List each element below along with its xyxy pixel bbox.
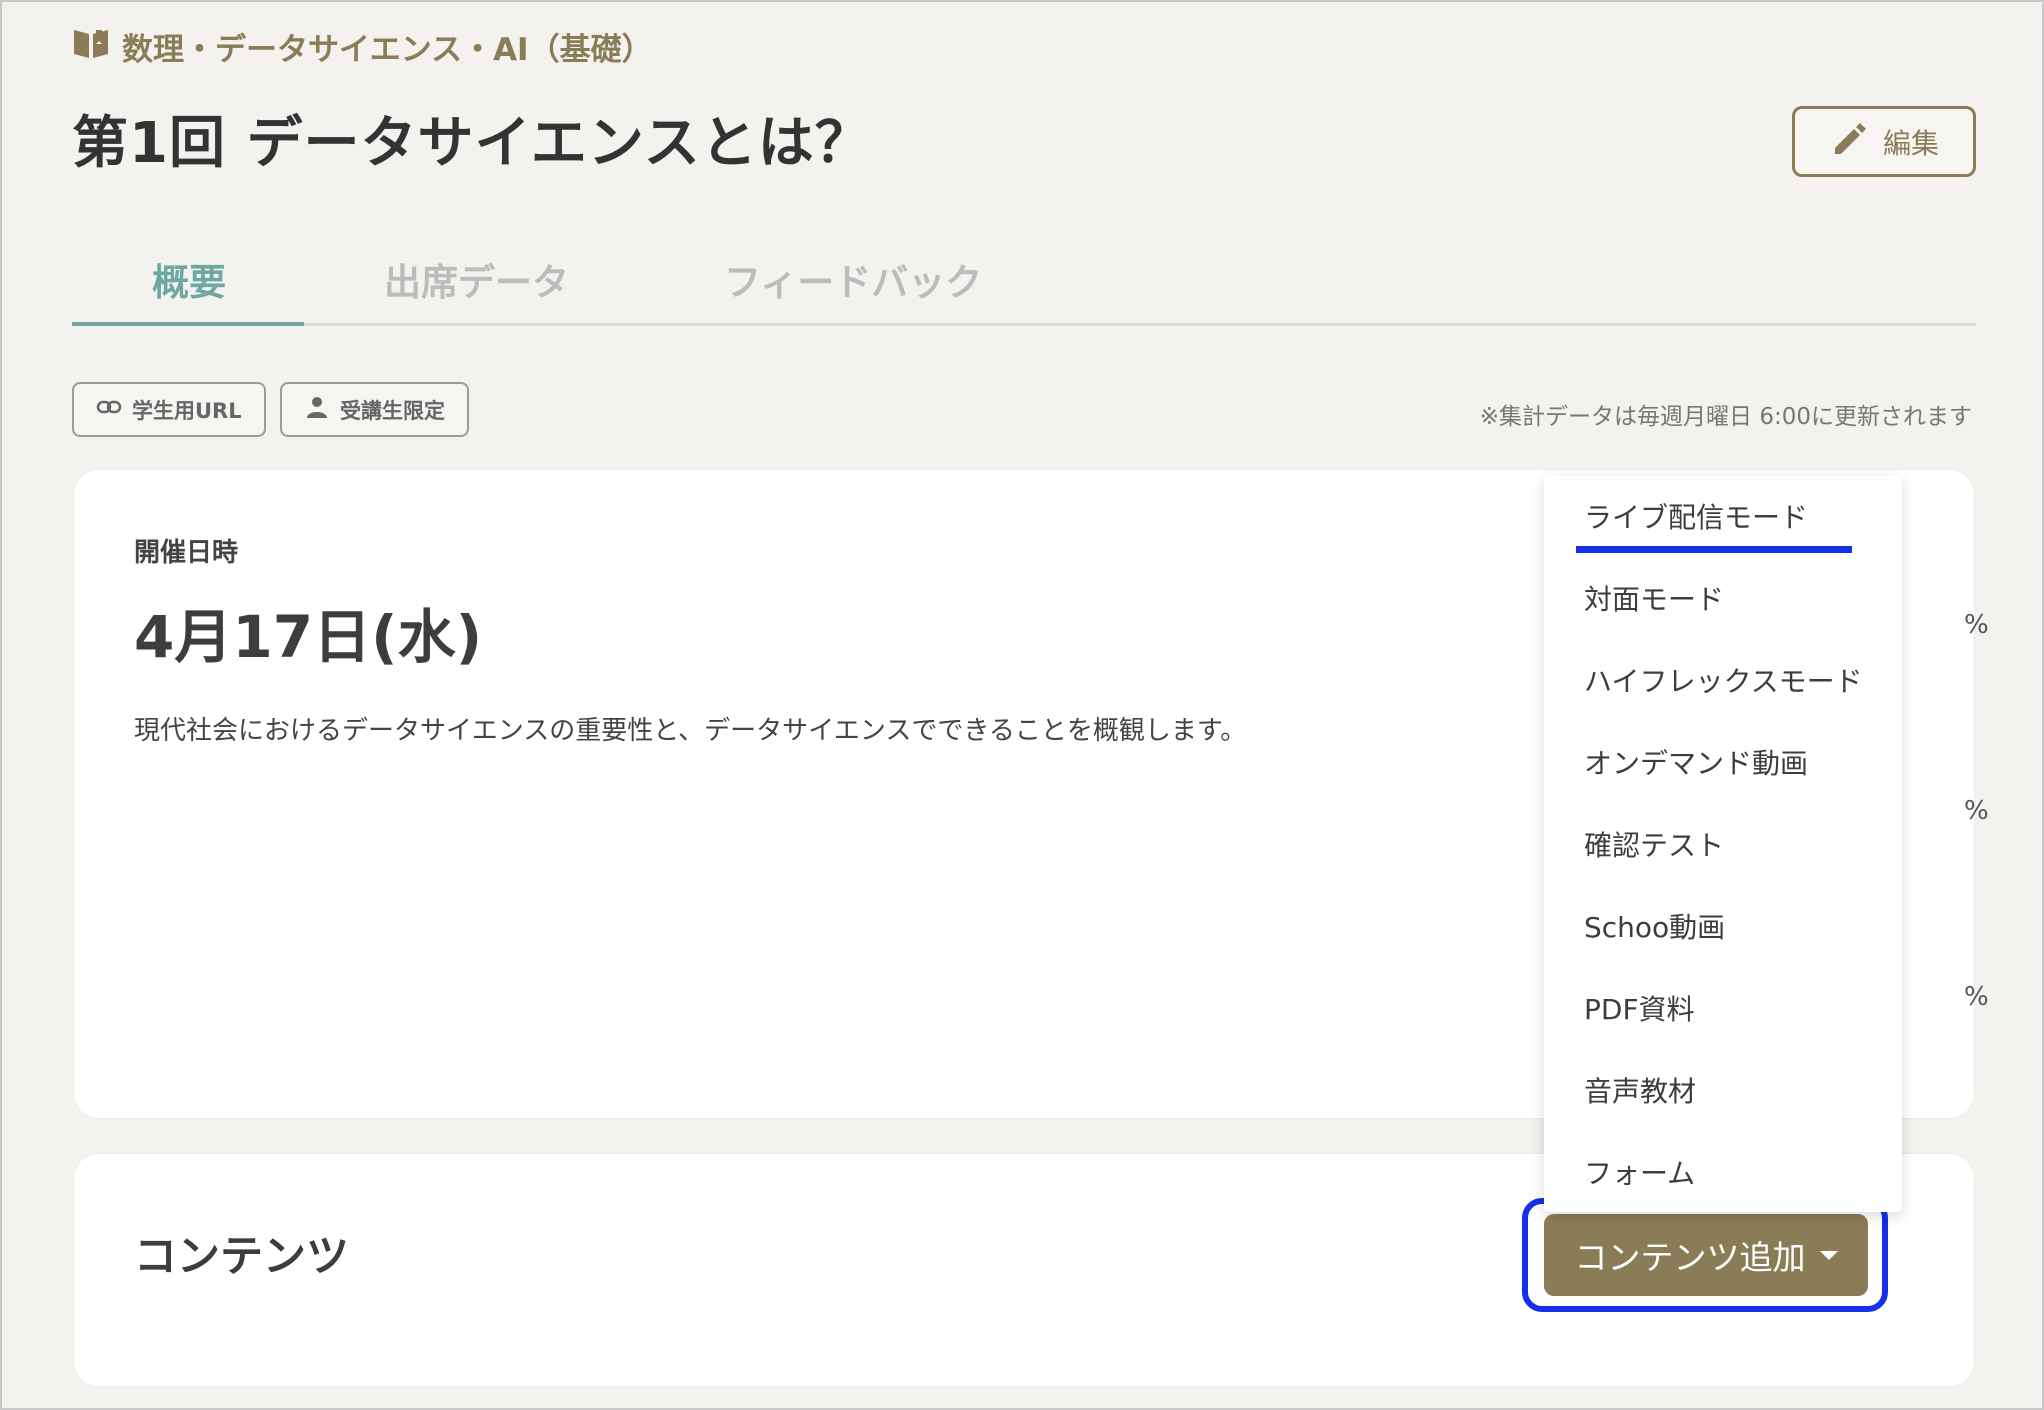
edit-button-label: 編集	[1882, 126, 1939, 160]
menu-item-hyflex[interactable]: ハイフレックスモード	[1584, 660, 1863, 700]
menu-item-live[interactable]: ライブ配信モード	[1584, 496, 1808, 536]
person-icon	[304, 394, 330, 425]
tab-bar: 概要 出席データ フィードバック	[72, 242, 1976, 326]
tab-feedback[interactable]: フィードバック	[724, 252, 982, 306]
add-content-label: コンテンツ追加	[1574, 1238, 1806, 1277]
page-title: 第1回 データサイエンスとは？	[72, 111, 872, 176]
menu-item-in-person[interactable]: 対面モード	[1584, 578, 1724, 618]
schedule-label: 開催日時	[134, 538, 239, 568]
update-note: ※集計データは毎週月曜日 6:00に更新されます	[1479, 404, 1972, 430]
schedule-description: 現代社会におけるデータサイエンスの重要性と、データサイエンスでできることを概観し…	[134, 716, 1247, 746]
students-only-chip[interactable]: 受講生限定	[280, 382, 469, 437]
book-icon	[72, 26, 110, 68]
tab-attendance[interactable]: 出席データ	[384, 252, 569, 306]
breadcrumb-label: 数理・データサイエンス・AI（基礎）	[122, 32, 653, 68]
active-tab-indicator	[72, 322, 304, 326]
pencil-icon	[1829, 118, 1869, 165]
link-icon	[96, 394, 122, 425]
add-content-dropdown: ライブ配信モード 対面モード ハイフレックスモード オンデマンド動画 確認テスト…	[1544, 476, 1902, 1212]
menu-item-quiz[interactable]: 確認テスト	[1584, 824, 1724, 864]
add-content-button[interactable]: コンテンツ追加	[1544, 1214, 1868, 1296]
edit-button[interactable]: 編集	[1792, 106, 1976, 177]
menu-item-audio[interactable]: 音声教材	[1584, 1070, 1696, 1110]
menu-item-highlight	[1576, 546, 1852, 553]
breadcrumb[interactable]: 数理・データサイエンス・AI（基礎）	[72, 24, 653, 69]
schedule-date: 4月17日(水)	[134, 603, 483, 671]
contents-title: コンテンツ	[134, 1232, 349, 1282]
student-url-chip[interactable]: 学生用URL	[72, 382, 266, 437]
menu-item-schoo-video[interactable]: Schoo動画	[1584, 906, 1725, 946]
menu-item-pdf[interactable]: PDF資料	[1584, 988, 1695, 1028]
stat-percent-2: %	[1964, 796, 1989, 826]
caret-down-icon	[1819, 1250, 1838, 1260]
menu-item-on-demand[interactable]: オンデマンド動画	[1584, 742, 1808, 782]
stat-percent-3: %	[1964, 982, 1989, 1012]
students-only-label: 受講生限定	[340, 398, 445, 423]
tab-overview[interactable]: 概要	[152, 252, 226, 306]
menu-item-form[interactable]: フォーム	[1584, 1152, 1695, 1192]
student-url-label: 学生用URL	[132, 398, 242, 423]
stat-percent-1: %	[1964, 610, 1989, 640]
